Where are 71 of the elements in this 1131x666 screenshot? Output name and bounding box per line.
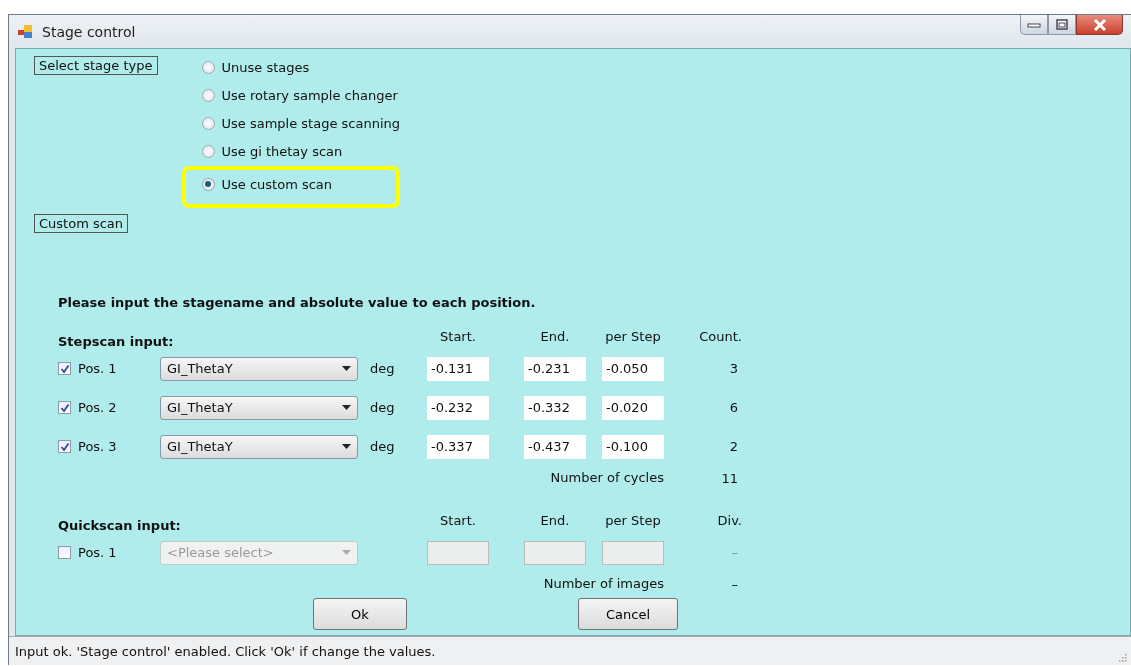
- column-header: Count.: [698, 329, 743, 346]
- caret-icon: [342, 365, 351, 372]
- input-field[interactable]: -0.131: [427, 356, 489, 381]
- unit-label: deg: [370, 439, 396, 454]
- minimize-icon: [1027, 20, 1041, 29]
- column-header: Div.: [716, 513, 743, 530]
- radio-button[interactable]: [201, 116, 215, 130]
- radio-label[interactable]: Use gi thetay scan: [201, 137, 400, 165]
- column-header: Start.: [439, 513, 477, 530]
- column-header: End.: [539, 513, 571, 530]
- count-value: 6: [728, 400, 739, 415]
- checkmark-icon: [59, 363, 70, 374]
- total-label: Number of cycles: [549, 469, 664, 487]
- close-icon: [1092, 18, 1107, 31]
- maximize-button[interactable]: [1048, 15, 1076, 35]
- count-value: 3: [728, 361, 739, 376]
- input-field[interactable]: -0.050: [602, 356, 664, 381]
- radio-label[interactable]: Unuse stages: [201, 53, 400, 81]
- input-field[interactable]: -0.337: [427, 434, 489, 459]
- radio-label[interactable]: Use custom scan: [201, 170, 333, 198]
- total-value: 11: [720, 470, 739, 486]
- radio-button[interactable]: [201, 177, 215, 191]
- checkbox[interactable]: Pos. 1: [58, 349, 160, 388]
- app-icon: [17, 23, 35, 40]
- resize-grip-icon: [1117, 652, 1127, 662]
- radio-button[interactable]: [201, 60, 215, 74]
- caret-icon: [342, 404, 351, 411]
- minimize-button[interactable]: [1020, 15, 1048, 35]
- radio-label[interactable]: Use rotary sample changer: [201, 81, 400, 109]
- status-text: Input ok. 'Stage control' enabled. Click 'Ok' if change the values.: [15, 643, 436, 659]
- radio-button[interactable]: [201, 88, 215, 102]
- section-title: Stepscan input:: [58, 334, 175, 349]
- group-label: Custom scan: [34, 214, 129, 233]
- instruction-text: Please input the stagename and absolute value to each position.: [58, 295, 537, 310]
- total-value: –: [730, 576, 739, 592]
- input-field[interactable]: [524, 540, 586, 565]
- column-header: per Step: [604, 513, 662, 530]
- input-field[interactable]: -0.437: [524, 434, 586, 459]
- radio-button[interactable]: [201, 144, 215, 158]
- close-button[interactable]: [1076, 15, 1123, 35]
- count-value: 2: [728, 439, 739, 454]
- input-field[interactable]: -0.231: [524, 356, 586, 381]
- unit-label: deg: [370, 400, 396, 415]
- checkbox[interactable]: Pos. 3: [58, 427, 160, 466]
- cancel-button[interactable]: Cancel: [578, 598, 678, 630]
- input-field[interactable]: -0.020: [602, 395, 664, 420]
- radio-label[interactable]: Use sample stage scanning: [201, 109, 400, 137]
- column-header: per Step: [604, 329, 662, 346]
- input-field[interactable]: [427, 540, 489, 565]
- input-field[interactable]: [602, 540, 664, 565]
- checkbox[interactable]: Pos. 2: [58, 388, 160, 427]
- input-field[interactable]: -0.232: [427, 395, 489, 420]
- caret-icon: [342, 443, 351, 450]
- column-header: End.: [539, 329, 571, 346]
- unit-label: deg: [370, 361, 396, 376]
- count-value: –: [730, 545, 739, 560]
- input-field[interactable]: -0.332: [524, 395, 586, 420]
- column-header: Start.: [439, 329, 477, 346]
- group-label: Select stage type: [34, 56, 158, 75]
- section-title: Quickscan input:: [58, 518, 182, 533]
- dropdown[interactable]: GI_ThetaY: [160, 434, 358, 459]
- dropdown[interactable]: GI_ThetaY: [160, 356, 358, 381]
- dropdown[interactable]: GI_ThetaY: [160, 395, 358, 420]
- caret-icon: [342, 549, 351, 556]
- checkmark-icon: [59, 402, 70, 413]
- maximize-icon: [1056, 19, 1068, 30]
- input-field[interactable]: -0.100: [602, 434, 664, 459]
- window-title: Stage control: [42, 23, 136, 40]
- checkmark-icon: [59, 441, 70, 452]
- total-label: Number of images: [542, 575, 664, 593]
- ok-button[interactable]: Ok: [313, 598, 407, 630]
